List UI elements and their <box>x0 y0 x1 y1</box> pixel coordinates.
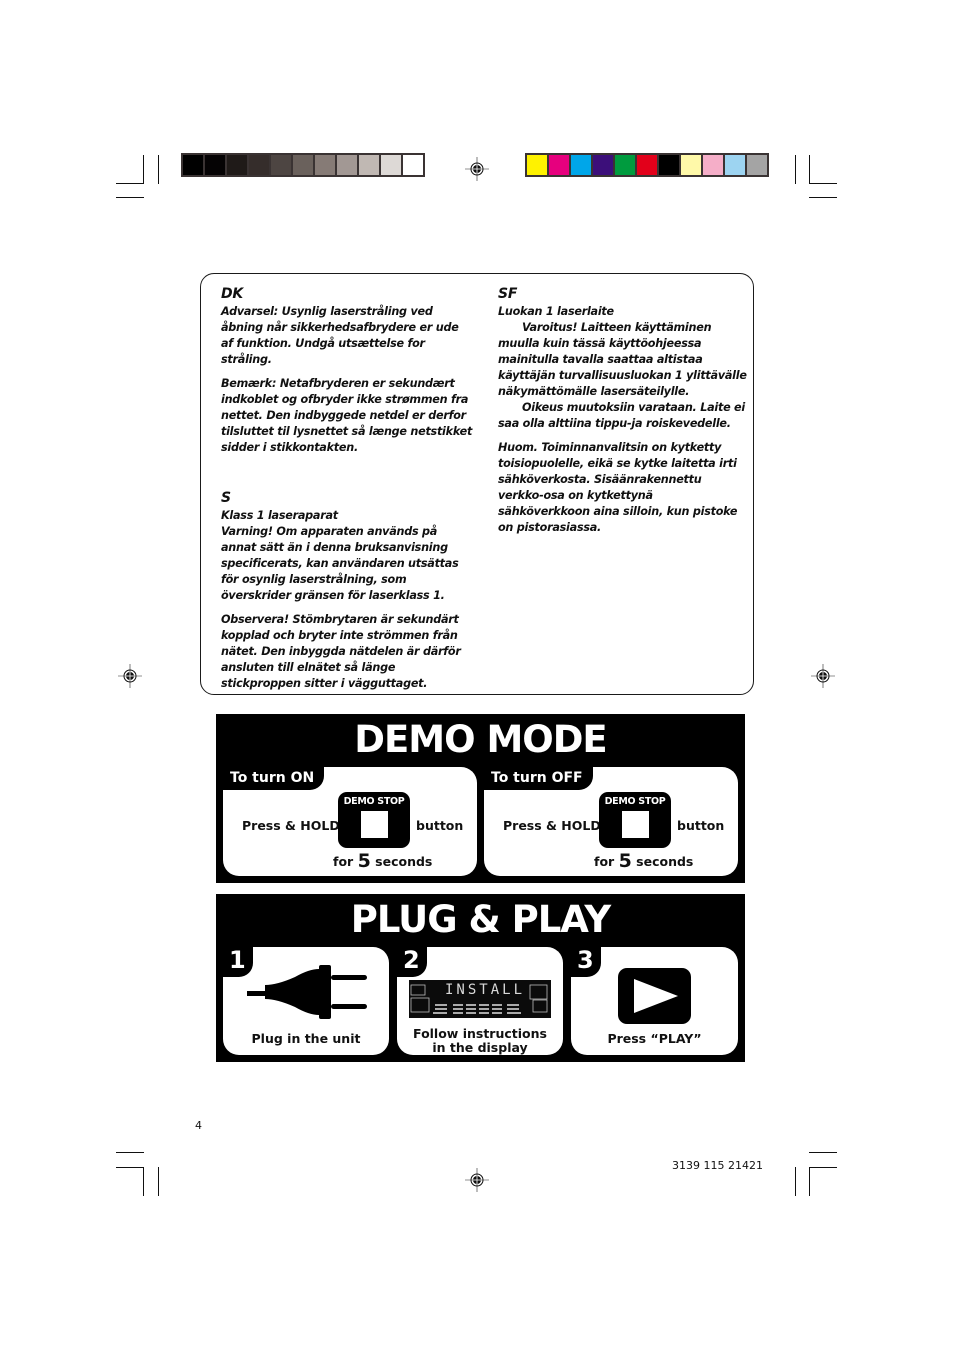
registration-mark-icon <box>118 664 142 688</box>
hold-duration: for 5 seconds <box>333 850 432 872</box>
stop-square-icon <box>622 811 649 838</box>
color-swatch <box>571 155 591 175</box>
dk-note-text: Bemærk: Netafbryderen er sekundært indko… <box>221 377 473 454</box>
step-caption: Plug in the unit <box>251 1031 361 1046</box>
demo-mode-title: DEMO MODE <box>354 718 607 761</box>
color-swatch <box>703 155 723 175</box>
warning-sf: SF Luokan 1 laserlaite Varoitus! Laittee… <box>498 286 748 536</box>
color-swatch <box>205 155 225 175</box>
lcd-text: INSTALL <box>445 982 526 998</box>
color-swatch <box>527 155 547 175</box>
registration-mark-icon <box>465 157 489 181</box>
color-swatch <box>403 155 423 175</box>
color-swatch <box>249 155 269 175</box>
step-number: 2 <box>397 947 427 977</box>
press-hold-label: Press & HOLD <box>503 818 601 833</box>
demo-off-card: To turn OFF Press & HOLD DEMO STOP butto… <box>484 767 738 876</box>
warning-column-right: SF Luokan 1 laserlaite Varoitus! Laittee… <box>498 286 748 544</box>
plug-and-play-panel: PLUG & PLAY 1 Plug in the unit 2 INSTALL… <box>216 894 745 1062</box>
warning-column-left: DK Advarsel: Usynlig laserstråling ved å… <box>221 286 473 700</box>
seconds-value: 5 <box>618 850 632 872</box>
demo-off-tab: To turn OFF <box>484 767 593 790</box>
color-swatch <box>293 155 313 175</box>
button-label: button <box>677 818 725 833</box>
color-swatch <box>381 155 401 175</box>
dk-warning-text: Advarsel: Usynlig laserstråling ved åbni… <box>221 305 459 366</box>
lcd-display-icon: INSTALL <box>409 980 551 1018</box>
for-label: for <box>594 854 615 869</box>
process-color-bar <box>525 153 769 177</box>
heading-s: S <box>221 490 231 506</box>
color-swatch <box>271 155 291 175</box>
press-hold-label: Press & HOLD <box>242 818 340 833</box>
color-swatch <box>593 155 613 175</box>
sf-class-line: Luokan 1 laserlaite <box>498 305 614 318</box>
seconds-label: seconds <box>636 854 694 869</box>
play-button-icon <box>618 968 691 1024</box>
color-swatch <box>549 155 569 175</box>
sf-warning-text: Varoitus! Laitteen käyttäminen muulla ku… <box>498 321 747 398</box>
warning-dk: DK Advarsel: Usynlig laserstråling ved å… <box>221 286 473 456</box>
heading-sf: SF <box>498 286 518 302</box>
demo-on-tab: To turn ON <box>223 767 325 790</box>
laser-warning-box: DK Advarsel: Usynlig laserstråling ved å… <box>200 273 754 695</box>
caption-line-1: Follow instructions <box>413 1026 547 1041</box>
color-swatch <box>747 155 767 175</box>
s-note-text: Observera! Stömbrytaren är sekundärt kop… <box>221 613 461 690</box>
color-swatch <box>227 155 247 175</box>
color-swatch <box>359 155 379 175</box>
heading-dk: DK <box>221 286 243 302</box>
demo-on-card: To turn ON Press & HOLD DEMO STOP button… <box>223 767 477 876</box>
color-swatch <box>659 155 679 175</box>
plug-and-play-title: PLUG & PLAY <box>350 898 611 941</box>
demo-mode-panel: DEMO MODE To turn ON Press & HOLD DEMO S… <box>216 714 745 883</box>
page-number: 4 <box>195 1119 202 1132</box>
color-swatch <box>725 155 745 175</box>
color-swatch <box>315 155 335 175</box>
stop-square-icon <box>361 811 388 838</box>
s-class-line: Klass 1 laseraparat <box>221 509 338 522</box>
seconds-label: seconds <box>375 854 433 869</box>
play-triangle-icon <box>634 979 678 1013</box>
color-swatch <box>615 155 635 175</box>
step-3-card: 3 Press “PLAY” <box>571 947 738 1055</box>
demo-stop-label: DEMO STOP <box>604 796 666 807</box>
sf-rights-text: Oikeus muutoksiin varataan. Laite ei saa… <box>498 401 745 430</box>
step-1-card: 1 Plug in the unit <box>223 947 389 1055</box>
color-swatch <box>337 155 357 175</box>
for-label: for <box>333 854 354 869</box>
seconds-value: 5 <box>357 850 371 872</box>
s-warning-text: Varning! Om apparaten används på annat s… <box>221 525 459 602</box>
color-swatch <box>637 155 657 175</box>
color-swatch <box>681 155 701 175</box>
document-code: 3139 115 21421 <box>672 1159 763 1172</box>
registration-mark-icon <box>465 1168 489 1192</box>
button-label: button <box>416 818 464 833</box>
caption-line-2: in the display <box>432 1040 528 1055</box>
step-caption: Follow instructions in the display <box>397 1027 563 1055</box>
step-2-card: 2 INSTALL Follow instructions in the dis… <box>397 947 563 1055</box>
registration-mark-icon <box>811 664 835 688</box>
demo-stop-button-icon: DEMO STOP <box>338 792 410 848</box>
color-swatch <box>183 155 203 175</box>
demo-stop-button-icon: DEMO STOP <box>599 792 671 848</box>
sf-note-text: Huom. Toiminnanvalitsin on kytketty tois… <box>498 441 738 534</box>
grayscale-color-bar <box>181 153 425 177</box>
plug-icon <box>247 965 367 1019</box>
step-caption: Press “PLAY” <box>607 1031 702 1046</box>
hold-duration: for 5 seconds <box>594 850 693 872</box>
demo-stop-label: DEMO STOP <box>343 796 405 807</box>
step-number: 3 <box>571 947 601 977</box>
warning-s: S Klass 1 laseraparat Varning! Om appara… <box>221 490 473 692</box>
